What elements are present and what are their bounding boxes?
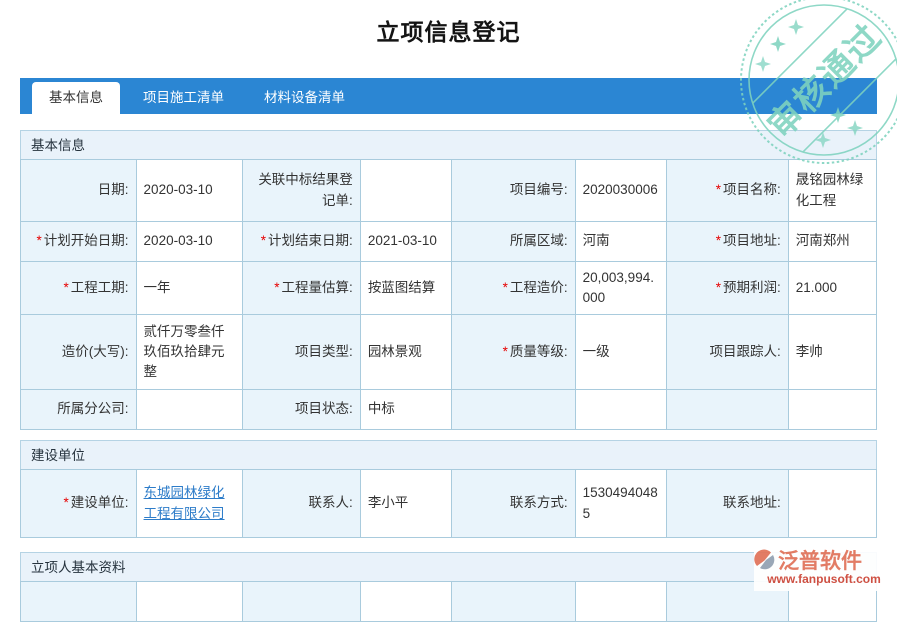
section-construction-unit: 建设单位 *建设单位: 东城园林绿化工程有限公司 联系人: 李小平 联系方式: … [20, 440, 877, 538]
field-value: 2020030006 [583, 182, 658, 197]
construction-unit-link[interactable]: 东城园林绿化工程有限公司 [144, 485, 225, 520]
section-header: 立项人基本资料 [20, 552, 877, 582]
field-value: 李帅 [796, 344, 823, 359]
section-applicant-info: 立项人基本资料 [20, 552, 877, 622]
field-value: 晟铭园林绿化工程 [796, 172, 864, 207]
form-row: *计划开始日期: 2020-03-10 *计划结束日期: 2021-03-10 … [21, 222, 877, 262]
field-value: 2020-03-10 [144, 182, 213, 197]
field-label: 质量等级: [510, 344, 568, 359]
form-row: *工程工期: 一年 *工程量估算: 按蓝图结算 *工程造价: 20,003,99… [21, 262, 877, 315]
field-value: 按蓝图结算 [368, 280, 436, 295]
field-value: 园林景观 [368, 344, 422, 359]
logo-url: www.fanpusoft.com [754, 572, 894, 586]
construction-unit-table: *建设单位: 东城园林绿化工程有限公司 联系人: 李小平 联系方式: 15304… [20, 469, 877, 538]
tab-bar: 基本信息 项目施工清单 材料设备清单 [20, 78, 877, 114]
field-label: 项目跟踪人: [710, 344, 781, 359]
required-asterisk: * [716, 233, 721, 248]
field-label: 联系地址: [723, 495, 781, 510]
tab-basic-info[interactable]: 基本信息 [32, 82, 120, 114]
field-label: 项目名称: [723, 182, 781, 197]
tab-material-equipment-list[interactable]: 材料设备清单 [247, 82, 362, 114]
field-label: 工程造价: [510, 280, 568, 295]
required-asterisk: * [274, 280, 279, 295]
applicant-info-table [20, 581, 877, 622]
tab-construction-list[interactable]: 项目施工清单 [126, 82, 241, 114]
field-label: 工程工期: [71, 280, 129, 295]
field-label: 所属分公司: [57, 401, 128, 416]
form-row: *建设单位: 东城园林绿化工程有限公司 联系人: 李小平 联系方式: 15304… [21, 470, 877, 538]
section-header: 基本信息 [20, 130, 877, 160]
field-label: 所属区域: [510, 233, 568, 248]
required-asterisk: * [64, 280, 69, 295]
field-value: 21.000 [796, 280, 837, 295]
field-value: 2020-03-10 [144, 233, 213, 248]
field-value: 15304940485 [583, 485, 658, 520]
form-row: 日期: 2020-03-10 关联中标结果登记单: 项目编号: 20200300… [21, 160, 877, 222]
field-label: 计划结束日期: [268, 233, 353, 248]
basic-info-table: 日期: 2020-03-10 关联中标结果登记单: 项目编号: 20200300… [20, 159, 877, 430]
required-asterisk: * [716, 280, 721, 295]
field-label: 项目类型: [295, 344, 353, 359]
field-label: 计划开始日期: [44, 233, 129, 248]
form-row: 造价(大写): 贰仟万零叁仟玖佰玖拾肆元整 项目类型: 园林景观 *质量等级: … [21, 315, 877, 390]
field-value: 一年 [144, 280, 171, 295]
page-title: 立项信息登记 [0, 0, 897, 50]
field-value: 20,003,994.000 [583, 270, 654, 305]
fanpu-logo: 泛普软件 www.fanpusoft.com [754, 545, 894, 591]
form-row [21, 582, 877, 622]
form-row: 所属分公司: 项目状态: 中标 [21, 390, 877, 430]
logo-mark-icon [754, 549, 776, 571]
required-asterisk: * [503, 344, 508, 359]
field-label: 项目状态: [295, 401, 353, 416]
field-label: 项目编号: [510, 182, 568, 197]
required-asterisk: * [64, 495, 69, 510]
required-asterisk: * [716, 182, 721, 197]
required-asterisk: * [37, 233, 42, 248]
field-label: 项目地址: [723, 233, 781, 248]
required-asterisk: * [261, 233, 266, 248]
field-label: 造价(大写): [62, 344, 129, 359]
field-label: 建设单位: [71, 495, 129, 510]
field-value: 河南 [583, 233, 610, 248]
field-label: 日期: [98, 182, 129, 197]
required-asterisk: * [503, 280, 508, 295]
field-value: 一级 [583, 344, 610, 359]
field-label: 联系方式: [510, 495, 568, 510]
field-value: 贰仟万零叁仟玖佰玖拾肆元整 [144, 324, 225, 380]
section-header: 建设单位 [20, 440, 877, 470]
field-value: 2021-03-10 [368, 233, 437, 248]
field-label: 联系人: [309, 495, 353, 510]
form-content: 基本信息 日期: 2020-03-10 关联中标结果登记单: 项目编号: 202… [20, 130, 877, 622]
field-label: 预期利润: [723, 280, 781, 295]
field-label: 工程量估算: [282, 280, 353, 295]
logo-brand: 泛普软件 [778, 545, 862, 575]
field-label: 关联中标结果登记单: [258, 172, 353, 207]
field-value: 中标 [368, 401, 395, 416]
section-basic-info: 基本信息 日期: 2020-03-10 关联中标结果登记单: 项目编号: 202… [20, 130, 877, 430]
field-value: 李小平 [368, 495, 409, 510]
field-value: 河南郑州 [796, 233, 850, 248]
